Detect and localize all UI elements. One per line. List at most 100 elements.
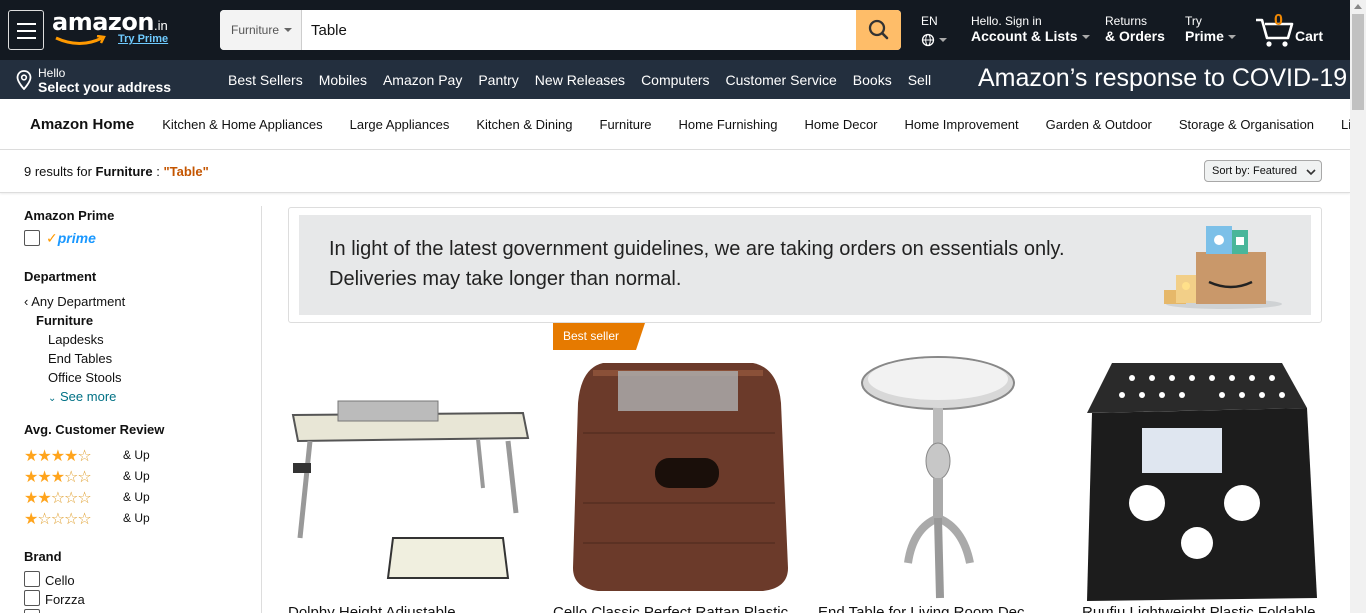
subnav-item-large-appliances[interactable]: Large Appliances — [350, 117, 450, 132]
prime-label: Prime — [1185, 28, 1224, 44]
nav-link-sell[interactable]: Sell — [908, 72, 931, 88]
brand-heading: Brand — [24, 549, 62, 564]
any-department-link[interactable]: ‹ Any Department — [24, 294, 125, 309]
address-greeting: Hello — [38, 66, 66, 80]
see-more-label: See more — [60, 389, 117, 404]
nav-link-books[interactable]: Books — [853, 72, 892, 88]
product-title[interactable]: Ruufiu Lightweight Plastic Foldable ... — [1082, 604, 1347, 613]
scroll-up-arrow-icon[interactable] — [1354, 4, 1362, 9]
product-title[interactable]: Dolphy Height Adjustable ... — [288, 604, 553, 613]
language-row — [921, 31, 947, 47]
logo-suffix: .in — [153, 18, 168, 33]
sort-dropdown[interactable]: Sort by: Featured — [1204, 160, 1322, 182]
subnav-item-furniture[interactable]: Furniture — [600, 117, 652, 132]
prime-logo-text: prime — [57, 230, 96, 246]
banner-line-1: In light of the latest government guidel… — [329, 238, 1065, 260]
cart-button[interactable]: 0 Cart — [1254, 12, 1334, 48]
product-image-laptop-table — [291, 400, 530, 579]
nav-link-amazon-pay[interactable]: Amazon Pay — [383, 72, 462, 88]
prime-check-icon: ✓ — [46, 230, 58, 246]
category-subnav: Amazon Home Kitchen & Home Appliances La… — [0, 99, 1366, 150]
account-label: Account & Lists — [971, 28, 1078, 44]
scrollbar-thumb[interactable] — [1352, 14, 1364, 110]
menu-line — [17, 23, 36, 25]
results-bar: 9 results for Furniture : "Table" Sort b… — [0, 150, 1350, 193]
subnav-item-home-furnishing[interactable]: Home Furnishing — [679, 117, 778, 132]
search-category-label: Furniture — [231, 23, 280, 37]
banner-inner: In light of the latest government guidel… — [299, 215, 1311, 315]
delivery-boxes-illustration — [1164, 226, 1282, 309]
nav-link-mobiles[interactable]: Mobiles — [319, 72, 367, 88]
globe-icon — [921, 33, 935, 46]
product-card[interactable]: Ruufiu Lightweight Plastic Foldable ... — [1082, 323, 1332, 613]
brand-checkbox[interactable] — [24, 609, 40, 613]
try-prime-link[interactable]: Try Prime — [118, 33, 168, 45]
search-input[interactable] — [303, 10, 856, 50]
results-separator: : — [152, 164, 164, 179]
subnav-item-kitchen-dining[interactable]: Kitchen & Dining — [476, 117, 572, 132]
department-heading: Department — [24, 269, 97, 284]
department-item-lapdesks[interactable]: Lapdesks — [48, 332, 104, 347]
returns-orders-link[interactable]: Returns & Orders — [1105, 14, 1165, 45]
department-item-office-stools[interactable]: Office Stools — [48, 370, 121, 385]
nav-link-best-sellers[interactable]: Best Sellers — [228, 72, 303, 88]
covid-response-link[interactable]: Amazon’s response to COVID-19 — [978, 64, 1347, 93]
review-and-up: & Up — [123, 490, 150, 504]
account-lists-menu[interactable]: Hello. Sign in Account & Lists — [971, 15, 1090, 44]
try-prime-menu[interactable]: Try Prime — [1185, 15, 1236, 44]
brand-checkbox-forzza[interactable] — [24, 590, 40, 606]
amazon-logo[interactable]: amazon.in Try Prime — [52, 8, 168, 45]
product-card[interactable]: End Table for Living Room Dec... — [818, 323, 1068, 613]
hamburger-menu-button[interactable] — [8, 10, 44, 50]
star-rating-icon: ★★★☆☆ — [24, 469, 92, 486]
essentials-notice-banner: In light of the latest government guidel… — [288, 207, 1322, 323]
star-rating-icon: ★★☆☆☆ — [24, 490, 92, 507]
page-scrollbar[interactable] — [1350, 0, 1366, 613]
subnav-item-garden-outdoor[interactable]: Garden & Outdoor — [1046, 117, 1152, 132]
sort-value: Featured — [1252, 165, 1297, 177]
nav-link-customer-service[interactable]: Customer Service — [726, 72, 837, 88]
any-department-label: Any Department — [31, 294, 126, 309]
brand-checkbox-cello[interactable] — [24, 571, 40, 587]
orders-label: & Orders — [1105, 28, 1165, 44]
caret-down-icon — [1227, 35, 1236, 40]
see-more-link[interactable]: ⌄ See more — [48, 389, 116, 404]
product-image-end-table — [861, 356, 1015, 599]
best-seller-badge: Best seller — [553, 323, 646, 350]
prime-logo: ✓prime — [46, 230, 96, 247]
top-navigation-bar: amazon.in Try Prime Furniture EN — [0, 0, 1350, 60]
smile-arrow-icon — [55, 35, 106, 45]
language-code: EN — [921, 14, 938, 28]
review-heading: Avg. Customer Review — [24, 422, 165, 437]
product-title[interactable]: Cello Classic Perfect Rattan Plastic ... — [553, 604, 818, 613]
prime-checkbox[interactable] — [24, 230, 40, 246]
address-label: Select your address — [38, 79, 172, 95]
language-selector[interactable]: EN — [921, 15, 947, 47]
subnav-item-kitchen-home-appliances[interactable]: Kitchen & Home Appliances — [162, 117, 322, 132]
star-rating-icon: ★★★★☆ — [24, 448, 92, 465]
department-item-end-tables[interactable]: End Tables — [48, 351, 112, 366]
subnav-home[interactable]: Amazon Home — [30, 116, 134, 133]
cart-count: 0 — [1274, 12, 1283, 29]
returns-label: Returns — [1105, 14, 1148, 28]
menu-line — [17, 30, 36, 32]
product-card[interactable]: Cello Classic Perfect Rattan Plastic ... — [553, 323, 805, 613]
search-button[interactable] — [856, 10, 901, 50]
review-and-up: & Up — [123, 511, 150, 525]
chevron-down-icon — [1306, 165, 1316, 185]
chevron-down-icon: ⌄ — [48, 393, 57, 404]
brand-label-forzza[interactable]: Forzza — [45, 592, 85, 607]
subnav-item-home-improvement[interactable]: Home Improvement — [905, 117, 1019, 132]
nav-link-new-releases[interactable]: New Releases — [535, 72, 625, 88]
subnav-item-home-decor[interactable]: Home Decor — [805, 117, 878, 132]
review-and-up: & Up — [123, 469, 150, 483]
banner-line-2: Deliveries may take longer than normal. — [329, 268, 682, 290]
brand-label-cello[interactable]: Cello — [45, 573, 75, 588]
product-card[interactable]: Dolphy Height Adjustable ... — [288, 323, 538, 613]
nav-link-pantry[interactable]: Pantry — [478, 72, 518, 88]
product-title[interactable]: End Table for Living Room Dec... — [818, 604, 1083, 613]
search-category-dropdown[interactable]: Furniture — [220, 10, 302, 50]
results-summary: 9 results for Furniture : "Table" — [24, 164, 209, 179]
subnav-item-storage-organisation[interactable]: Storage & Organisation — [1179, 117, 1314, 132]
nav-link-computers[interactable]: Computers — [641, 72, 709, 88]
